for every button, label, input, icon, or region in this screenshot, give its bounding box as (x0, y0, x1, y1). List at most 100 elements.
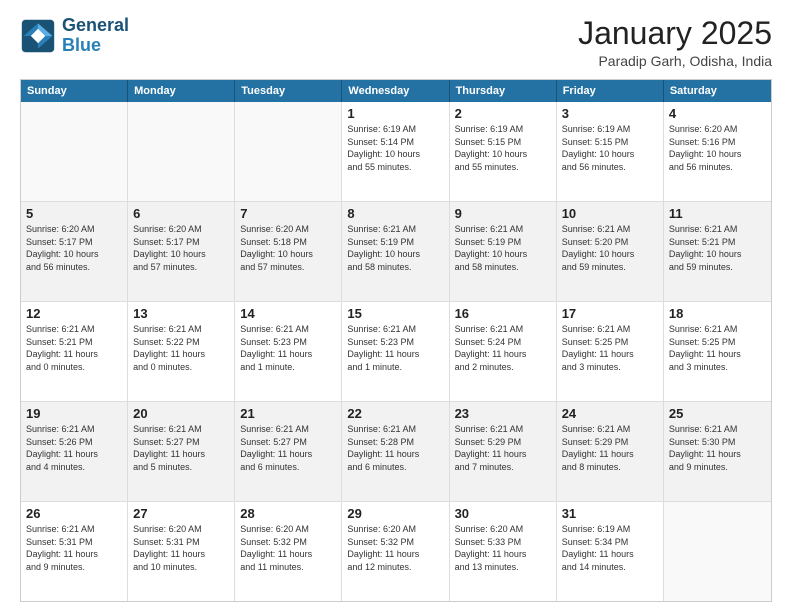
weekday-header-monday: Monday (128, 80, 235, 102)
calendar-cell-r3-c5: 24 Sunrise: 6:21 AMSunset: 5:29 PMDayligh… (557, 402, 664, 501)
calendar-cell-r2-c1: 13Sunrise: 6:21 AMSunset: 5:22 PMDayligh… (128, 302, 235, 401)
day-number: 3 (562, 106, 658, 121)
logo-text: General Blue (62, 16, 129, 56)
calendar-cell-r1-c0: 5 Sunrise: 6:20 AMSunset: 5:17 PMDaylight… (21, 202, 128, 301)
calendar-cell-r0-c5: 3 Sunrise: 6:19 AMSunset: 5:15 PMDaylight… (557, 102, 664, 201)
cell-text: Sunrise: 6:21 AMSunset: 5:19 PMDaylight:… (455, 223, 551, 273)
day-number: 2 (455, 106, 551, 121)
title-block: January 2025 Paradip Garh, Odisha, India (578, 16, 772, 69)
day-number: 9 (455, 206, 551, 221)
cell-text: Sunrise: 6:21 AMSunset: 5:25 PMDaylight:… (669, 323, 766, 373)
calendar-cell-r3-c6: 25 Sunrise: 6:21 AMSunset: 5:30 PMDayligh… (664, 402, 771, 501)
calendar-cell-r0-c4: 2 Sunrise: 6:19 AMSunset: 5:15 PMDaylight… (450, 102, 557, 201)
day-number: 25 (669, 406, 766, 421)
cell-text: Sunrise: 6:19 AMSunset: 5:14 PMDaylight:… (347, 123, 443, 173)
logo-line2: Blue (62, 36, 129, 56)
calendar-cell-r2-c4: 16 Sunrise: 6:21 AMSunset: 5:24 PMDayligh… (450, 302, 557, 401)
calendar-cell-r3-c2: 21 Sunrise: 6:21 AMSunset: 5:27 PMDayligh… (235, 402, 342, 501)
day-number: 6 (133, 206, 229, 221)
weekday-header-friday: Friday (557, 80, 664, 102)
weekday-header-thursday: Thursday (450, 80, 557, 102)
cell-text: Sunrise: 6:21 AMSunset: 5:29 PMDaylight:… (562, 423, 658, 473)
cell-text: Sunrise: 6:21 AMSunset: 5:22 PMDaylight:… (133, 323, 229, 373)
day-number: 26 (26, 506, 122, 521)
weekday-header-wednesday: Wednesday (342, 80, 449, 102)
calendar-cell-r4-c6 (664, 502, 771, 601)
calendar-cell-r3-c3: 22 Sunrise: 6:21 AMSunset: 5:28 PMDayligh… (342, 402, 449, 501)
day-number: 28 (240, 506, 336, 521)
calendar-cell-r4-c1: 27 Sunrise: 6:20 AMSunset: 5:31 PMDayligh… (128, 502, 235, 601)
calendar-cell-r2-c5: 17Sunrise: 6:21 AMSunset: 5:25 PMDayligh… (557, 302, 664, 401)
calendar-cell-r0-c6: 4Sunrise: 6:20 AMSunset: 5:16 PMDaylight… (664, 102, 771, 201)
cell-text: Sunrise: 6:20 AMSunset: 5:31 PMDaylight:… (133, 523, 229, 573)
cell-text: Sunrise: 6:21 AMSunset: 5:24 PMDaylight:… (455, 323, 551, 373)
calendar-body: 1 Sunrise: 6:19 AMSunset: 5:14 PMDaylight… (21, 102, 771, 601)
cell-text: Sunrise: 6:21 AMSunset: 5:23 PMDaylight:… (347, 323, 443, 373)
calendar-cell-r4-c2: 28Sunrise: 6:20 AMSunset: 5:32 PMDayligh… (235, 502, 342, 601)
cell-text: Sunrise: 6:20 AMSunset: 5:33 PMDaylight:… (455, 523, 551, 573)
day-number: 7 (240, 206, 336, 221)
day-number: 15 (347, 306, 443, 321)
day-number: 22 (347, 406, 443, 421)
day-number: 29 (347, 506, 443, 521)
calendar-row-4: 26 Sunrise: 6:21 AMSunset: 5:31 PMDayligh… (21, 501, 771, 601)
day-number: 31 (562, 506, 658, 521)
calendar-cell-r1-c3: 8Sunrise: 6:21 AMSunset: 5:19 PMDaylight… (342, 202, 449, 301)
header: General Blue January 2025 Paradip Garh, … (20, 16, 772, 69)
day-number: 12 (26, 306, 122, 321)
day-number: 21 (240, 406, 336, 421)
calendar-cell-r1-c2: 7 Sunrise: 6:20 AMSunset: 5:18 PMDaylight… (235, 202, 342, 301)
calendar-cell-r3-c4: 23 Sunrise: 6:21 AMSunset: 5:29 PMDayligh… (450, 402, 557, 501)
logo: General Blue (20, 16, 129, 56)
logo-icon (20, 18, 56, 54)
day-number: 27 (133, 506, 229, 521)
calendar-cell-r2-c2: 14 Sunrise: 6:21 AMSunset: 5:23 PMDayligh… (235, 302, 342, 401)
calendar: SundayMondayTuesdayWednesdayThursdayFrid… (20, 79, 772, 602)
day-number: 1 (347, 106, 443, 121)
day-number: 20 (133, 406, 229, 421)
cell-text: Sunrise: 6:20 AMSunset: 5:32 PMDaylight:… (347, 523, 443, 573)
day-number: 14 (240, 306, 336, 321)
cell-text: Sunrise: 6:21 AMSunset: 5:29 PMDaylight:… (455, 423, 551, 473)
cell-text: Sunrise: 6:21 AMSunset: 5:21 PMDaylight:… (669, 223, 766, 273)
calendar-cell-r4-c4: 30 Sunrise: 6:20 AMSunset: 5:33 PMDayligh… (450, 502, 557, 601)
calendar-cell-r1-c6: 11 Sunrise: 6:21 AMSunset: 5:21 PMDayligh… (664, 202, 771, 301)
cell-text: Sunrise: 6:20 AMSunset: 5:17 PMDaylight:… (26, 223, 122, 273)
day-number: 30 (455, 506, 551, 521)
cell-text: Sunrise: 6:20 AMSunset: 5:18 PMDaylight:… (240, 223, 336, 273)
calendar-cell-r1-c1: 6 Sunrise: 6:20 AMSunset: 5:17 PMDaylight… (128, 202, 235, 301)
calendar-row-2: 12 Sunrise: 6:21 AMSunset: 5:21 PMDayligh… (21, 301, 771, 401)
cell-text: Sunrise: 6:21 AMSunset: 5:19 PMDaylight:… (347, 223, 443, 273)
calendar-header: SundayMondayTuesdayWednesdayThursdayFrid… (21, 80, 771, 102)
day-number: 11 (669, 206, 766, 221)
calendar-row-0: 1 Sunrise: 6:19 AMSunset: 5:14 PMDaylight… (21, 102, 771, 201)
cell-text: Sunrise: 6:19 AMSunset: 5:15 PMDaylight:… (562, 123, 658, 173)
cell-text: Sunrise: 6:19 AMSunset: 5:15 PMDaylight:… (455, 123, 551, 173)
calendar-cell-r2-c0: 12 Sunrise: 6:21 AMSunset: 5:21 PMDayligh… (21, 302, 128, 401)
calendar-cell-r1-c5: 10Sunrise: 6:21 AMSunset: 5:20 PMDayligh… (557, 202, 664, 301)
calendar-row-1: 5 Sunrise: 6:20 AMSunset: 5:17 PMDaylight… (21, 201, 771, 301)
weekday-header-sunday: Sunday (21, 80, 128, 102)
calendar-cell-r4-c3: 29 Sunrise: 6:20 AMSunset: 5:32 PMDayligh… (342, 502, 449, 601)
calendar-cell-r0-c2 (235, 102, 342, 201)
day-number: 18 (669, 306, 766, 321)
day-number: 4 (669, 106, 766, 121)
day-number: 23 (455, 406, 551, 421)
weekday-header-saturday: Saturday (664, 80, 771, 102)
cell-text: Sunrise: 6:21 AMSunset: 5:30 PMDaylight:… (669, 423, 766, 473)
location: Paradip Garh, Odisha, India (578, 53, 772, 69)
cell-text: Sunrise: 6:21 AMSunset: 5:31 PMDaylight:… (26, 523, 122, 573)
day-number: 5 (26, 206, 122, 221)
calendar-cell-r3-c1: 20Sunrise: 6:21 AMSunset: 5:27 PMDayligh… (128, 402, 235, 501)
day-number: 17 (562, 306, 658, 321)
calendar-cell-r0-c0 (21, 102, 128, 201)
cell-text: Sunrise: 6:20 AMSunset: 5:17 PMDaylight:… (133, 223, 229, 273)
day-number: 16 (455, 306, 551, 321)
cell-text: Sunrise: 6:21 AMSunset: 5:23 PMDaylight:… (240, 323, 336, 373)
cell-text: Sunrise: 6:21 AMSunset: 5:26 PMDaylight:… (26, 423, 122, 473)
day-number: 24 (562, 406, 658, 421)
cell-text: Sunrise: 6:21 AMSunset: 5:28 PMDaylight:… (347, 423, 443, 473)
cell-text: Sunrise: 6:21 AMSunset: 5:21 PMDaylight:… (26, 323, 122, 373)
cell-text: Sunrise: 6:21 AMSunset: 5:27 PMDaylight:… (240, 423, 336, 473)
calendar-cell-r2-c3: 15 Sunrise: 6:21 AMSunset: 5:23 PMDayligh… (342, 302, 449, 401)
